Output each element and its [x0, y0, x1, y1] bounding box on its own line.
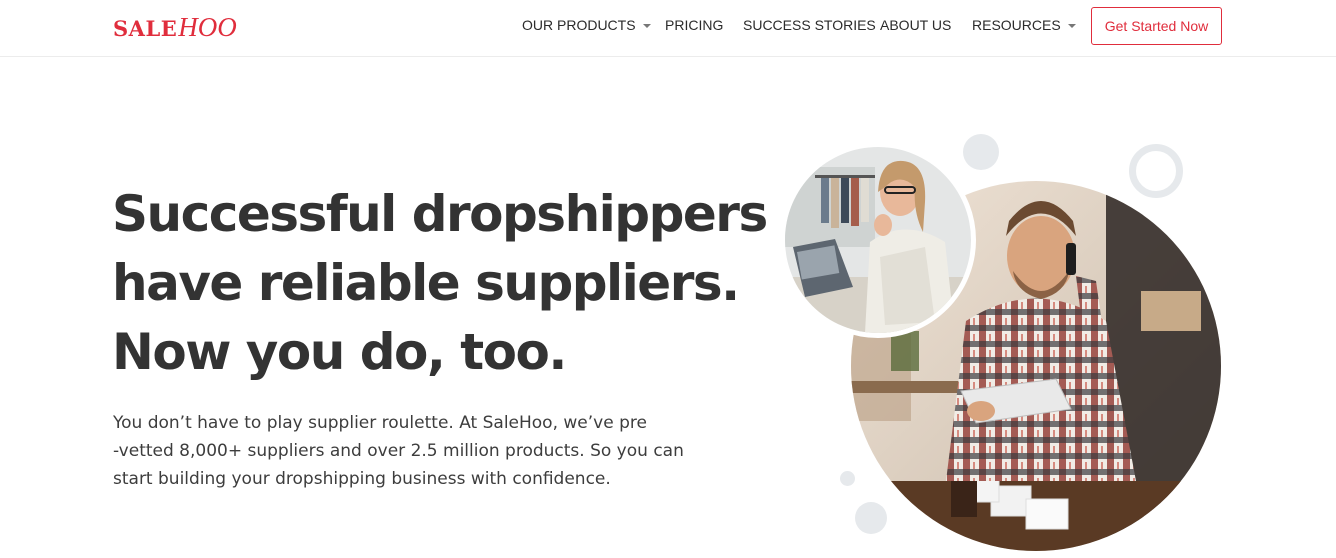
get-started-button[interactable]: Get Started Now	[1091, 7, 1222, 45]
nav-our-products[interactable]: OUR PRODUCTS	[522, 16, 651, 34]
hero-photo-woman	[780, 142, 976, 338]
headline-line: Successful dropshippers	[112, 185, 768, 243]
decor-circle	[855, 502, 887, 534]
hero-headline: Successful dropshippers have reliable su…	[112, 180, 792, 387]
nav-success-stories[interactable]: SUCCESS STORIES	[743, 16, 876, 34]
nav-pricing-label: PRICING	[665, 17, 724, 33]
subtext-line: You don’t have to play supplier roulette…	[113, 413, 647, 433]
nav-about-us[interactable]: ABOUT US	[880, 16, 951, 34]
logo-text-hoo: HOO	[178, 12, 237, 42]
headline-line: have reliable suppliers.	[112, 254, 740, 312]
chevron-down-icon	[642, 23, 651, 28]
logo-text-sale: SALE	[113, 16, 178, 41]
subtext-line: start building your dropshipping busines…	[113, 469, 611, 489]
hero-subtext: You don’t have to play supplier roulette…	[113, 409, 684, 493]
decor-circle	[963, 134, 999, 170]
decor-ring	[1129, 144, 1183, 198]
nav-resources-label: RESOURCES	[972, 17, 1061, 33]
nav-success-stories-label: SUCCESS STORIES	[743, 17, 876, 33]
subtext-line: -vetted 8,000+ suppliers and over 2.5 mi…	[113, 441, 684, 461]
site-header: SALE HOO OUR PRODUCTS PRICING SUCCESS ST…	[0, 0, 1336, 57]
chevron-down-icon	[1067, 23, 1076, 28]
headline-line: Now you do, too.	[112, 323, 567, 381]
nav-resources[interactable]: RESOURCES	[972, 16, 1076, 34]
decor-circle	[840, 471, 855, 486]
salehoo-logo[interactable]: SALE HOO	[113, 12, 237, 42]
nav-pricing[interactable]: PRICING	[665, 16, 723, 34]
nav-our-products-label: OUR PRODUCTS	[522, 17, 636, 33]
nav-about-us-label: ABOUT US	[880, 17, 952, 33]
